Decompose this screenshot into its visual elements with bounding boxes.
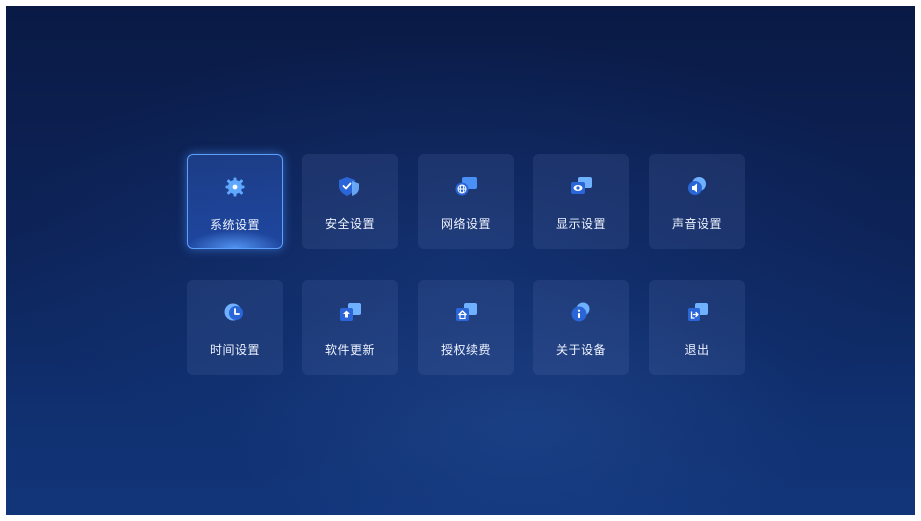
tile-security-settings[interactable]: 安全设置 [302,154,398,249]
license-home-icon [456,303,477,321]
globe-network-icon [455,177,477,196]
settings-screen: 系统设置 安全设置 网络设置 显示设置 声音设置 时间设置 软件更新 授权续费 … [6,6,915,515]
tile-license-renewal[interactable]: 授权续费 [418,280,514,375]
eye-display-icon [571,177,592,194]
tile-label: 软件更新 [324,343,375,357]
info-icon [571,302,590,322]
clock-icon [224,303,243,321]
shield-check-icon [339,177,359,196]
tile-sound-settings[interactable]: 声音设置 [649,154,745,249]
upload-arrow-icon [340,303,361,321]
tile-time-settings[interactable]: 时间设置 [187,280,283,375]
tile-label: 网络设置 [440,217,491,231]
tile-label: 系统设置 [209,218,260,232]
tile-label: 时间设置 [209,343,260,357]
tile-exit[interactable]: 退出 [649,280,745,375]
tile-label: 关于设备 [555,343,606,357]
gear-icon [225,177,245,197]
tile-network-settings[interactable]: 网络设置 [418,154,514,249]
speaker-icon [688,177,706,195]
tile-label: 显示设置 [555,217,606,231]
tile-label: 退出 [684,343,710,357]
settings-grid: 系统设置 安全设置 网络设置 显示设置 声音设置 时间设置 软件更新 授权续费 … [187,154,745,376]
tile-label: 声音设置 [671,217,722,231]
tile-system-settings[interactable]: 系统设置 [187,154,283,249]
exit-icon [688,303,708,321]
tile-about-device[interactable]: 关于设备 [533,280,629,375]
tile-label: 安全设置 [324,217,375,231]
tile-display-settings[interactable]: 显示设置 [533,154,629,249]
tile-label: 授权续费 [440,343,491,357]
tile-software-update[interactable]: 软件更新 [302,280,398,375]
